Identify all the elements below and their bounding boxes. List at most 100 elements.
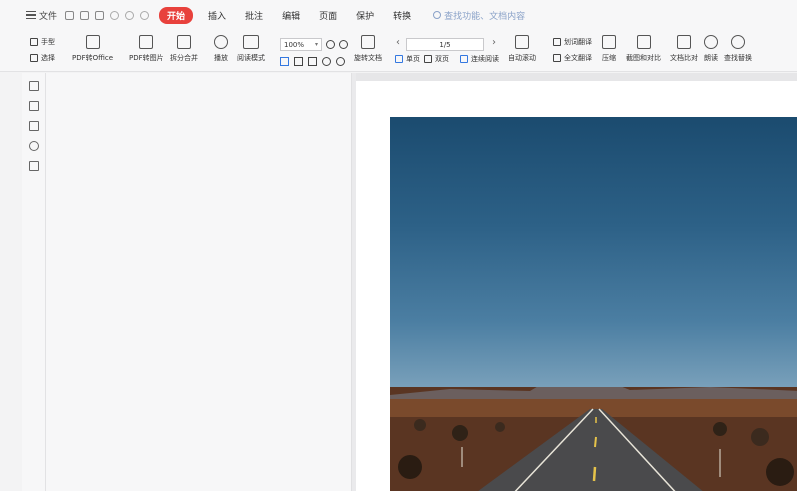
desert-road-illustration <box>390 387 797 491</box>
file-menu[interactable]: 文件 <box>26 9 57 22</box>
single-page-icon <box>395 55 403 63</box>
search-icon <box>433 11 442 19</box>
play-label: 播放 <box>214 54 228 62</box>
double-page-button[interactable]: 双页 <box>424 54 449 64</box>
find-replace-label: 查找替换 <box>724 54 752 62</box>
ribbon-tabs: 开始 插入 批注 编辑 页面 保护 转换 <box>159 6 415 24</box>
full-translate-button[interactable]: 全文翻译 <box>553 53 592 63</box>
read-aloud-icon <box>704 35 718 49</box>
single-page-button[interactable]: 单页 <box>395 54 420 64</box>
word-translate-button[interactable]: 划词翻译 <box>553 37 592 47</box>
rotate-document-label: 旋转文档 <box>354 54 382 62</box>
select-tool-button[interactable]: 选择 <box>30 53 55 63</box>
zoom-in-icon[interactable] <box>339 40 348 49</box>
photo-sky <box>390 117 797 389</box>
translate-icon <box>553 38 561 46</box>
left-sidebar-strip <box>22 73 46 491</box>
read-aloud-button[interactable]: 朗读 <box>704 35 718 63</box>
compress-button[interactable]: 压缩 <box>602 35 616 63</box>
screenshot-icon <box>636 35 651 49</box>
tab-page[interactable]: 页面 <box>315 7 341 24</box>
select-tool-label: 选择 <box>41 54 55 62</box>
save-icon[interactable] <box>80 10 90 20</box>
tab-convert[interactable]: 转换 <box>389 7 415 24</box>
pdf-to-image-button[interactable]: PDF转图片 <box>129 35 164 63</box>
cursor-icon <box>30 54 38 62</box>
hamburger-icon <box>26 11 36 19</box>
rotate-right-icon[interactable] <box>336 57 345 66</box>
document-canvas[interactable] <box>356 73 797 491</box>
tab-annotate[interactable]: 批注 <box>241 7 267 24</box>
pdf-to-office-button[interactable]: PDF转Office <box>72 35 113 63</box>
page-number-input[interactable]: 1/5 <box>406 38 484 51</box>
print-icon[interactable] <box>95 10 105 20</box>
split-merge-label: 拆分合并 <box>170 54 198 62</box>
play-button[interactable]: 播放 <box>214 35 228 63</box>
chevron-right-icon[interactable]: › <box>492 37 496 48</box>
redo-icon[interactable] <box>125 10 135 20</box>
play-icon <box>214 35 228 49</box>
rotate-document-button[interactable]: 旋转文档 <box>354 35 382 63</box>
zoom-select[interactable]: 100% ▾ <box>280 38 322 51</box>
auto-scroll-label: 自动滚动 <box>508 54 536 62</box>
pdf-to-office-label: PDF转Office <box>72 54 114 62</box>
double-page-icon <box>424 55 432 63</box>
actual-size-icon[interactable] <box>308 57 317 66</box>
read-mode-label: 阅读模式 <box>237 54 265 62</box>
rotate-left-icon[interactable] <box>322 57 331 66</box>
chevron-down-icon: ▾ <box>314 41 318 48</box>
bookmark-icon[interactable] <box>29 81 39 91</box>
tab-home[interactable]: 开始 <box>159 6 194 24</box>
screenshot-compare-button[interactable]: 截图和对比 <box>626 35 661 63</box>
fit-page-icon[interactable] <box>280 57 289 66</box>
find-replace-icon <box>731 35 745 49</box>
thumbnail-icon[interactable] <box>29 101 39 111</box>
double-page-label: 双页 <box>435 55 449 63</box>
screenshot-compare-label: 截图和对比 <box>626 54 661 62</box>
attachment-icon[interactable] <box>29 141 39 151</box>
tab-protect[interactable]: 保护 <box>352 7 378 24</box>
page-indicator: 1/5 <box>439 40 451 49</box>
word-translate-label: 划词翻译 <box>564 38 592 46</box>
read-mode-button[interactable]: 阅读模式 <box>237 35 265 63</box>
tab-insert[interactable]: 插入 <box>204 7 230 24</box>
pdf-to-office-icon <box>85 35 100 49</box>
zoom-out-icon[interactable] <box>326 40 335 49</box>
full-translate-icon <box>553 54 561 62</box>
navigation-panel <box>46 73 351 491</box>
page-photo <box>390 117 797 491</box>
signature-icon[interactable] <box>29 161 39 171</box>
auto-scroll-icon <box>515 35 529 49</box>
tab-edit[interactable]: 编辑 <box>278 7 304 24</box>
command-search[interactable]: 查找功能、文档内容 <box>433 9 525 22</box>
doc-compare-label: 文档比对 <box>670 54 698 62</box>
document-page <box>356 81 797 491</box>
read-aloud-label: 朗读 <box>704 54 718 62</box>
pdf-to-image-label: PDF转图片 <box>129 54 164 62</box>
file-menu-label: 文件 <box>39 11 58 22</box>
rotate-document-icon <box>361 35 375 49</box>
book-icon <box>243 35 259 49</box>
find-replace-button[interactable]: 查找替换 <box>724 35 752 63</box>
doc-compare-button[interactable]: 文档比对 <box>670 35 698 63</box>
comment-icon[interactable] <box>29 121 39 131</box>
compress-label: 压缩 <box>602 54 616 62</box>
full-translate-label: 全文翻译 <box>564 54 592 62</box>
open-icon[interactable] <box>65 10 75 20</box>
auto-scroll-button[interactable]: 自动滚动 <box>508 35 536 63</box>
compare-icon <box>677 35 691 49</box>
compress-icon <box>602 35 616 49</box>
quick-access-toolbar <box>65 10 150 20</box>
chevron-left-icon[interactable]: ‹ <box>396 37 400 48</box>
zoom-value: 100% <box>284 40 305 49</box>
ribbon-toolbar: 手型 选择 PDF转Office PDF转图片 拆分合并 播放 阅读模式 100… <box>0 30 797 72</box>
hand-tool-button[interactable]: 手型 <box>30 37 55 47</box>
undo-icon[interactable] <box>110 10 120 20</box>
customize-icon[interactable] <box>140 10 150 20</box>
fit-width-icon[interactable] <box>294 57 303 66</box>
pdf-to-image-icon <box>139 35 154 49</box>
continuous-read-button[interactable]: 连续阅读 <box>460 54 499 64</box>
split-merge-button[interactable]: 拆分合并 <box>170 35 198 63</box>
hand-tool-label: 手型 <box>41 38 55 46</box>
menu-bar: 文件 开始 插入 批注 编辑 页面 保护 转换 查找功能、文档内容 <box>0 0 797 30</box>
